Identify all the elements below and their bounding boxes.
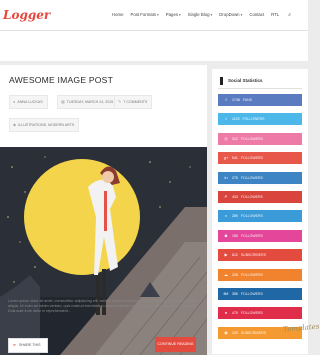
twitter-icon: t bbox=[225, 116, 227, 122]
social-label: SUBSCRIBERS bbox=[240, 253, 266, 258]
post-card: AWESOME IMAGE POST ● ANNA LUCKAS ▦ TUESDAY… bbox=[0, 65, 207, 355]
social-count: 355 bbox=[232, 292, 238, 296]
post-author[interactable]: ● ANNA LUCKAS bbox=[9, 95, 48, 109]
instagram-icon: ◙ bbox=[224, 232, 228, 238]
chevron-down-icon: ▾ bbox=[210, 13, 213, 17]
facebook-icon: f bbox=[225, 97, 227, 102]
social-count: 129 bbox=[232, 330, 238, 335]
nav-item-label: Pages bbox=[165, 12, 178, 17]
rss-icon: ◉ bbox=[224, 329, 228, 335]
social-count: 312 bbox=[232, 136, 238, 141]
social-count: 541 bbox=[232, 156, 238, 161]
social-count: 155 bbox=[232, 233, 238, 238]
social-statistics-widget-header: Social Statistics bbox=[218, 74, 302, 89]
social-stat-facebook[interactable]: f 1748 FANS bbox=[218, 94, 302, 106]
post-tags-label: ILLUSTRATIONS, MODERN ARTS bbox=[18, 123, 75, 127]
watermark-logo: Templates bbox=[282, 322, 320, 334]
user-icon: ● bbox=[13, 99, 16, 104]
social-count: 289 bbox=[232, 214, 238, 219]
nav-item-contact[interactable]: Contact bbox=[249, 12, 264, 18]
nav-item-pages[interactable]: Pages▾ bbox=[166, 12, 181, 18]
nav-item-label: RTL bbox=[271, 12, 280, 17]
social-count: 275 bbox=[232, 175, 238, 180]
sidebar: Social Statistics f 1748 FANS t 1120 FOLLOWER… bbox=[212, 69, 308, 354]
share-label: SHARE THIS bbox=[19, 343, 41, 347]
social-label: FOLLOWERS bbox=[240, 233, 263, 238]
social-stat-flickr[interactable]: ● 470 FOLLOWERS bbox=[218, 307, 302, 320]
behance-icon: Bē bbox=[223, 291, 229, 296]
social-label: FOLLOWERS bbox=[240, 136, 263, 141]
nav-item-label: DropDown bbox=[219, 12, 240, 17]
social-stat-google-plus[interactable]: g+ 541 FOLLOWERS bbox=[218, 152, 302, 165]
continue-reading-button[interactable]: CONTINUE READING bbox=[155, 337, 196, 352]
site-logo[interactable]: Logger bbox=[3, 8, 50, 22]
social-label: FOLLOWERS bbox=[240, 214, 263, 219]
chevron-down-icon: ▾ bbox=[178, 13, 181, 17]
social-label: FOLLOWERS bbox=[240, 311, 263, 316]
dribbble-icon: ◎ bbox=[224, 135, 228, 141]
nav-item-home[interactable]: Home bbox=[112, 12, 123, 18]
tag-icon: ◆ bbox=[13, 122, 17, 127]
post-date: ▦ TUESDAY, MARCH 24, 2015 bbox=[57, 95, 119, 109]
social-label: SUBSCRIBERS bbox=[240, 330, 266, 335]
social-count: 612 bbox=[232, 253, 238, 258]
search-icon[interactable]: ⌕ bbox=[288, 12, 291, 18]
post-excerpt: Lorem ipsum dolor sit amet, consectetur … bbox=[8, 299, 198, 313]
social-stat-youtube[interactable]: ▶ 612 SUBSCRIBERS bbox=[218, 249, 302, 262]
linkedin-icon: in bbox=[224, 174, 228, 180]
social-stat-vimeo[interactable]: v 289 FOLLOWERS bbox=[218, 210, 302, 223]
social-label: FOLLOWERS bbox=[240, 175, 263, 180]
nav-item-dropdown[interactable]: DropDown▾ bbox=[219, 12, 242, 18]
social-count: 403 bbox=[232, 195, 238, 199]
social-label: FOLLOWERS bbox=[242, 117, 265, 122]
main-nav: Home Post Formats▾ Pages▾ Single Blog▾ DropD… bbox=[112, 12, 291, 18]
comment-icon: ✎ bbox=[118, 99, 122, 104]
social-label: FANS bbox=[242, 98, 252, 102]
social-stat-instagram[interactable]: ◙ 155 FOLLOWERS bbox=[218, 229, 302, 242]
post-comments-label: 7 COMMENTS bbox=[123, 100, 148, 104]
social-stat-dribbble[interactable]: ◎ 312 FOLLOWERS bbox=[218, 132, 302, 145]
nav-item-post-formats[interactable]: Post Formats▾ bbox=[130, 12, 158, 18]
youtube-icon: ▶ bbox=[224, 252, 228, 258]
share-icon: ➦ bbox=[13, 343, 17, 347]
social-count: 470 bbox=[232, 311, 238, 316]
social-count: 1120 bbox=[232, 117, 240, 122]
nav-item-single-blog[interactable]: Single Blog▾ bbox=[188, 12, 213, 18]
soundcloud-icon: ☁ bbox=[224, 271, 228, 277]
post-author-label: ANNA LUCKAS bbox=[17, 100, 43, 104]
vimeo-icon: v bbox=[225, 213, 227, 219]
post-comments[interactable]: ✎ 7 COMMENTS bbox=[114, 95, 153, 109]
google-plus-icon: g+ bbox=[223, 155, 229, 161]
chevron-down-icon: ▾ bbox=[240, 13, 243, 17]
social-label: FOLLOWERS bbox=[240, 156, 263, 161]
nav-item-label: Post Formats bbox=[130, 12, 157, 17]
post-featured-image[interactable] bbox=[0, 147, 207, 355]
nav-item-label: Contact bbox=[249, 12, 265, 17]
social-label: FOLLOWERS bbox=[240, 195, 263, 199]
social-stat-behance[interactable]: Bē 355 FOLLOWERS bbox=[218, 288, 302, 300]
social-label: FOLLOWERS bbox=[240, 292, 263, 296]
share-button[interactable]: ➦ SHARE THIS bbox=[8, 338, 48, 353]
nav-item-label: Home bbox=[112, 12, 124, 17]
pinterest-icon: P bbox=[224, 194, 228, 199]
calendar-icon: ▦ bbox=[61, 99, 65, 104]
post-title[interactable]: AWESOME IMAGE POST bbox=[9, 75, 113, 85]
chevron-down-icon: ▾ bbox=[157, 13, 159, 17]
post-date-label: TUESDAY, MARCH 24, 2015 bbox=[66, 100, 114, 104]
widget-title-accent bbox=[220, 77, 223, 85]
nav-item-rtl[interactable]: RTL bbox=[271, 12, 279, 18]
site-header: Logger Home Post Formats▾ Pages▾ Single Blo… bbox=[0, 0, 308, 31]
social-stat-pinterest[interactable]: P 403 FOLLOWERS bbox=[218, 191, 302, 203]
social-stat-soundcloud[interactable]: ☁ 208 FOLLOWERS bbox=[218, 268, 302, 281]
flickr-icon: ● bbox=[224, 310, 228, 316]
social-label: FOLLOWERS bbox=[240, 272, 263, 277]
nav-item-label: Single Blog bbox=[187, 12, 210, 17]
social-stat-linkedin[interactable]: in 275 FOLLOWERS bbox=[218, 171, 302, 184]
widget-title: Social Statistics bbox=[228, 78, 263, 83]
header-band bbox=[0, 31, 308, 61]
social-stat-twitter[interactable]: t 1120 FOLLOWERS bbox=[218, 113, 302, 126]
social-count: 1748 bbox=[232, 98, 240, 102]
social-count: 208 bbox=[232, 272, 238, 277]
post-tags[interactable]: ◆ ILLUSTRATIONS, MODERN ARTS bbox=[9, 118, 80, 132]
